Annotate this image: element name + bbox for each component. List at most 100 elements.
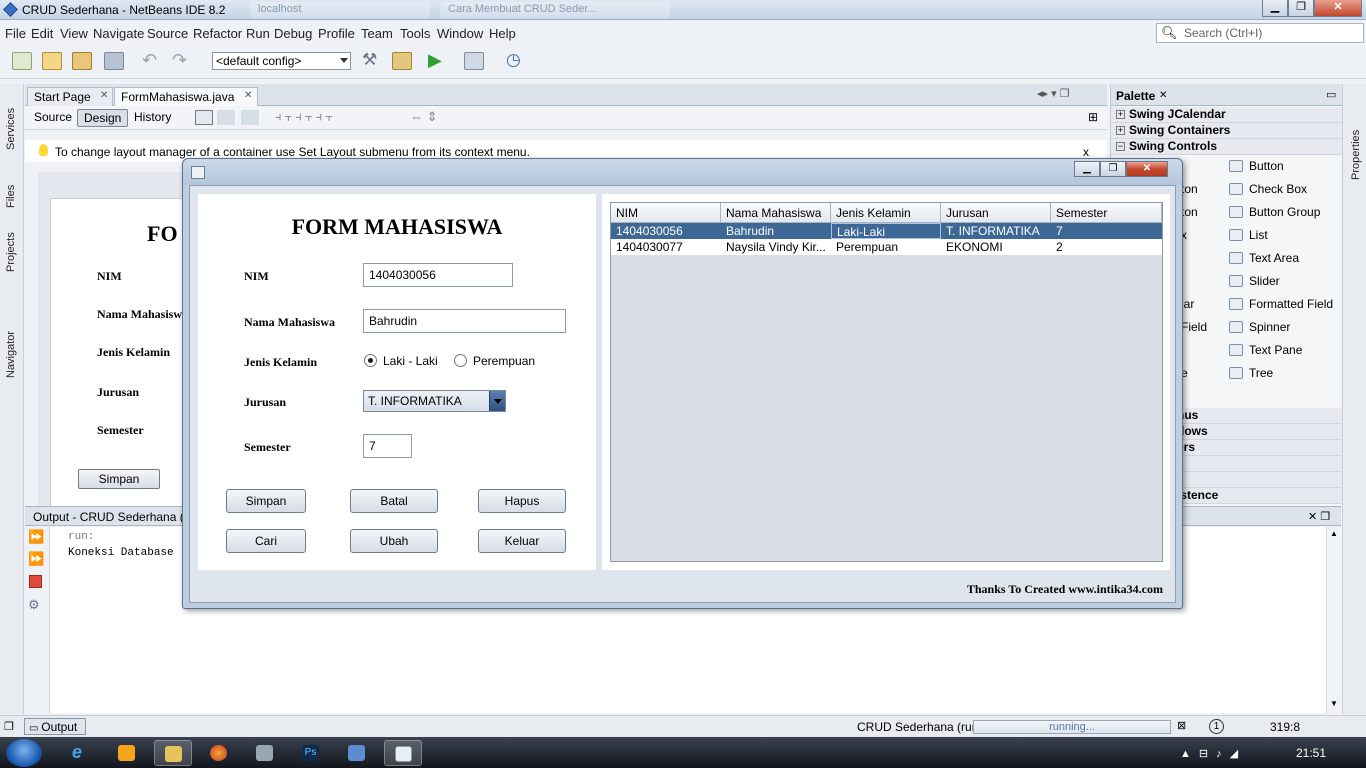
table-cell[interactable]: 1404030077 [611, 239, 721, 255]
menu-file[interactable]: File [5, 26, 26, 41]
jurusan-combobox[interactable]: T. INFORMATIKA [363, 390, 506, 412]
new-project-icon[interactable] [42, 52, 62, 70]
cancel-task-icon[interactable]: ⊠ [1177, 719, 1186, 732]
palette-item-check-box[interactable]: Check Box [1249, 182, 1307, 196]
sidebar-tab-services[interactable]: Services [5, 108, 17, 150]
scroll-down-icon[interactable]: ▼ [1330, 699, 1338, 708]
palette-category[interactable]: + Swing JCalendar [1111, 107, 1342, 123]
undo-icon[interactable]: ↶ [142, 51, 162, 70]
sidebar-tab-properties[interactable]: Properties [1350, 130, 1362, 180]
taskbar-firefox[interactable] [200, 740, 238, 766]
redo-icon[interactable]: ↷ [172, 51, 192, 70]
pin-icon[interactable]: ⊞ [1088, 110, 1098, 124]
table-cell[interactable]: T. INFORMATIKA [941, 223, 1051, 239]
column-header[interactable]: Semester [1051, 203, 1162, 223]
palette-item-slider[interactable]: Slider [1249, 274, 1280, 288]
output-minimized-tab[interactable]: ▭ Output [24, 718, 86, 735]
source-view-button[interactable]: Source [28, 109, 78, 127]
build-hammer-icon[interactable]: ⚒ [362, 51, 382, 70]
designer-form-preview[interactable]: FO NIM Nama Mahasisw Jenis Kelamin Jurus… [50, 198, 190, 508]
designer-label[interactable]: Jenis Kelamin [97, 345, 170, 360]
dialog-close-button[interactable]: ✕ [1126, 161, 1168, 177]
scroll-up-icon[interactable]: ▲ [1330, 529, 1338, 538]
table-cell[interactable]: 1404030056 [611, 223, 721, 239]
semester-field[interactable]: 7 [363, 434, 412, 458]
output-scrollbar[interactable]: ▲ ▼ [1326, 527, 1341, 713]
debug-project-icon[interactable] [464, 52, 484, 70]
batal-button[interactable]: Batal [350, 489, 438, 513]
palette-item-text-pane[interactable]: Text Pane [1249, 343, 1302, 357]
configuration-select[interactable]: <default config> [212, 52, 351, 70]
menu-view[interactable]: View [60, 26, 88, 41]
sidebar-tab-projects[interactable]: Projects [5, 232, 17, 272]
taskbar-java-app[interactable] [384, 740, 422, 766]
designer-label[interactable]: Jurusan [97, 385, 139, 400]
settings-icon[interactable]: ⚙ [28, 597, 40, 613]
column-header[interactable]: NIM [611, 203, 721, 223]
menu-help[interactable]: Help [489, 26, 516, 41]
radio-perempuan[interactable] [454, 354, 467, 367]
palette-category[interactable]: + Swing Containers [1111, 123, 1342, 139]
palette-item-formatted-field[interactable]: Formatted Field [1249, 297, 1333, 311]
resize-tools-icon[interactable]: ⇔ ⇕ [410, 109, 438, 125]
stop-icon[interactable] [29, 575, 42, 588]
table-cell[interactable]: Naysila Vindy Kir... [721, 239, 831, 255]
menu-navigate[interactable]: Navigate [93, 26, 144, 41]
taskbar-app[interactable] [246, 740, 284, 766]
profile-project-icon[interactable]: ◷ [506, 51, 526, 70]
designer-label[interactable]: Nama Mahasisw [97, 307, 182, 322]
palette-item-partial[interactable]: lar [1181, 297, 1194, 311]
minimize-panel-icon[interactable]: ▭ [1326, 88, 1336, 101]
simpan-button[interactable]: Simpan [226, 489, 306, 513]
rerun-icon[interactable]: ⏩ [28, 529, 44, 545]
menu-debug[interactable]: Debug [274, 26, 312, 41]
new-file-icon[interactable] [12, 52, 32, 70]
close-tab-icon[interactable]: ✕ [1159, 90, 1167, 101]
dialog-maximize-button[interactable]: ❐ [1100, 161, 1126, 177]
selection-mode-icon[interactable] [195, 110, 213, 125]
taskbar-explorer[interactable] [154, 740, 192, 766]
preview-design-icon[interactable] [241, 110, 259, 125]
save-all-icon[interactable] [104, 52, 124, 70]
palette-item-button[interactable]: Button [1249, 159, 1284, 173]
menu-profile[interactable]: Profile [318, 26, 355, 41]
rerun-with-options-icon[interactable]: ⏩ [28, 551, 44, 567]
menu-tools[interactable]: Tools [400, 26, 430, 41]
designer-label[interactable]: NIM [97, 269, 122, 284]
search-field[interactable]: 🔍︎ Search (Ctrl+I) [1156, 23, 1364, 43]
designer-label[interactable]: Semester [97, 423, 144, 438]
align-tools-icon[interactable]: ⫞⫟⫞⫟⫞⫟ [275, 109, 336, 125]
start-button[interactable] [6, 739, 42, 767]
dialog-title-bar[interactable]: ▁ ❐ ✕ [183, 159, 1182, 185]
taskbar-internet-explorer[interactable]: e [62, 740, 100, 766]
taskbar-virtualbox[interactable] [338, 740, 376, 766]
tab-scroll-arrows-icon[interactable]: ◂▸ ▾ ❐ [1037, 87, 1070, 100]
connection-mode-icon[interactable] [217, 110, 235, 125]
palette-item-text-area[interactable]: Text Area [1249, 251, 1299, 265]
menu-window[interactable]: Window [437, 26, 483, 41]
maximize-button[interactable]: ❐ [1288, 0, 1314, 17]
notification-badge[interactable]: 1 [1209, 719, 1224, 734]
table-cell[interactable]: Laki-Laki [831, 223, 941, 239]
palette-item-partial[interactable]: Field [1181, 320, 1207, 334]
mahasiswa-table[interactable]: NIM Nama Mahasiswa Jenis Kelamin Jurusan… [610, 202, 1163, 562]
palette-item-list[interactable]: List [1249, 228, 1268, 242]
column-header[interactable]: Jurusan [941, 203, 1051, 223]
close-tab-icon[interactable]: ✕ [100, 90, 108, 101]
menu-team[interactable]: Team [361, 26, 393, 41]
table-cell[interactable]: EKONOMI [941, 239, 1051, 255]
minimize-button[interactable]: ▁ [1262, 0, 1288, 17]
dialog-minimize-button[interactable]: ▁ [1074, 161, 1100, 177]
tab-formmahasiswa[interactable]: FormMahasiswa.java [114, 87, 258, 106]
nim-field[interactable]: 1404030056 [363, 263, 513, 287]
close-tab-icon[interactable]: ✕ [244, 90, 252, 101]
close-output-icon[interactable]: ✕ ❐ [1308, 510, 1330, 523]
radio-perempuan-label[interactable]: Perempuan [473, 354, 535, 368]
palette-item-partial[interactable]: ton [1181, 182, 1198, 196]
clean-build-icon[interactable] [392, 52, 412, 70]
table-cell[interactable]: 7 [1051, 223, 1162, 239]
design-view-button[interactable]: Design [77, 109, 129, 127]
menu-edit[interactable]: Edit [31, 26, 53, 41]
radio-laki-laki-label[interactable]: Laki - Laki [383, 354, 438, 368]
system-tray-icons[interactable]: ▲⊟♪◢ [1180, 747, 1246, 760]
